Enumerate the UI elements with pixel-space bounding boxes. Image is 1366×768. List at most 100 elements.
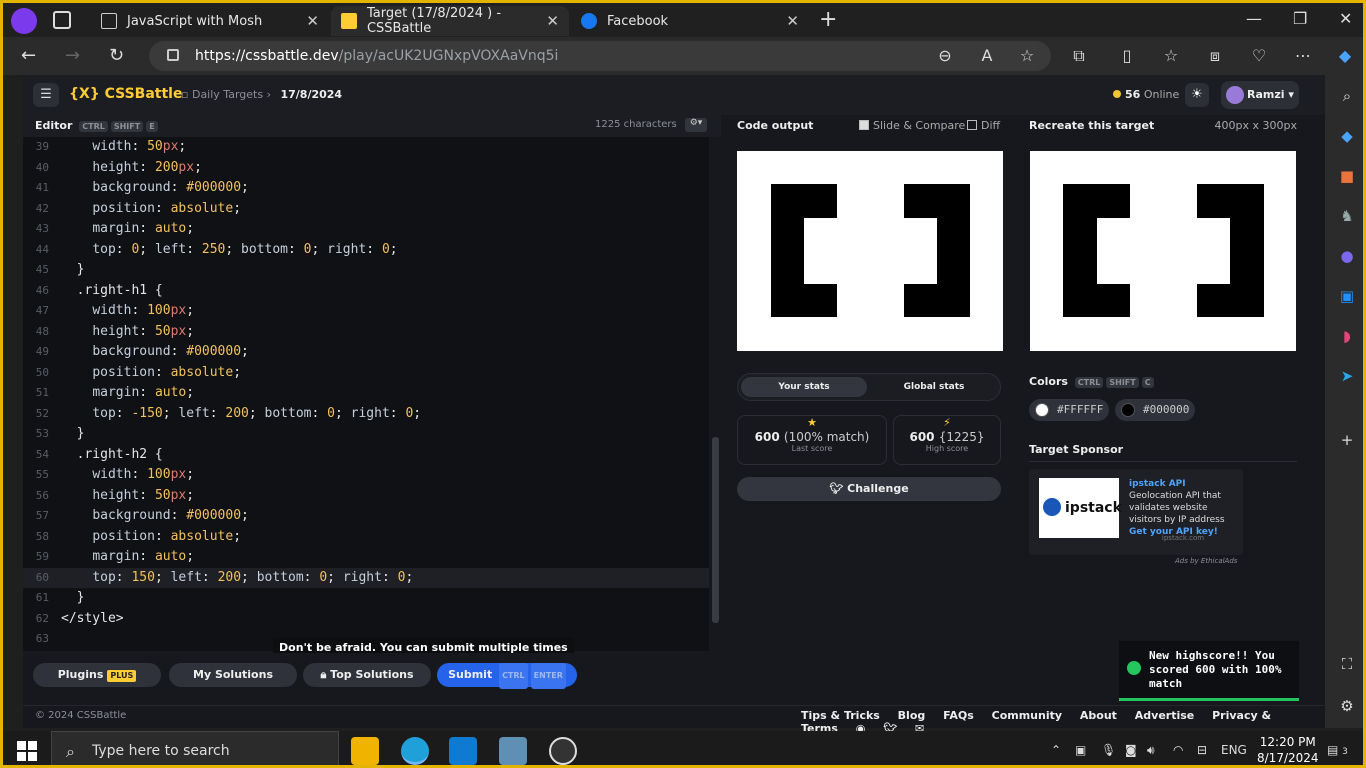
footer-link[interactable]: FAQs: [943, 709, 974, 722]
profile-avatar[interactable]: [11, 8, 37, 34]
clock[interactable]: 12:20 PM 8/17/2024: [1257, 734, 1319, 765]
designer-icon[interactable]: ◗: [1337, 327, 1357, 347]
editor-settings-button[interactable]: ⚙▾: [685, 118, 707, 132]
submit-button[interactable]: Submit CTRL ENTER: [437, 663, 577, 689]
file-explorer-icon[interactable]: [351, 737, 379, 765]
wifi-icon[interactable]: ◠: [1173, 743, 1183, 757]
more-menu-icon[interactable]: ⋯: [1293, 46, 1313, 66]
volume-icon[interactable]: 🔊︎: [1147, 743, 1155, 758]
tab-facebook[interactable]: Facebook ✕: [571, 6, 809, 36]
slide-compare-checkbox[interactable]: [859, 120, 869, 130]
footer-link[interactable]: About: [1080, 709, 1117, 722]
telegram-icon[interactable]: ➤: [1337, 367, 1357, 387]
tab-your-stats[interactable]: Your stats: [741, 377, 867, 397]
extensions-icon[interactable]: ⧉: [1069, 46, 1089, 66]
obs-icon[interactable]: [549, 737, 577, 765]
code-line[interactable]: 53 }: [23, 424, 709, 445]
code-line[interactable]: 40 height: 200px;: [23, 158, 709, 179]
code-line[interactable]: 45 }: [23, 260, 709, 281]
ads-by-label[interactable]: Ads by EthicalAds: [1175, 557, 1237, 565]
new-tab-button[interactable]: +: [819, 7, 837, 32]
code-line[interactable]: 48 height: 50px;: [23, 322, 709, 343]
vscode-icon[interactable]: [449, 737, 477, 765]
reload-icon[interactable]: ↻: [109, 45, 124, 66]
footer-link[interactable]: Community: [992, 709, 1062, 722]
windows-start-icon[interactable]: [17, 741, 37, 761]
code-line[interactable]: 57 background: #000000;: [23, 506, 709, 527]
tools-icon[interactable]: ■: [1337, 167, 1357, 187]
forward-icon[interactable]: →: [65, 45, 80, 66]
code-line[interactable]: 59 margin: auto;: [23, 547, 709, 568]
photos-icon[interactable]: [499, 737, 527, 765]
my-solutions-button[interactable]: My Solutions: [169, 663, 297, 687]
scrollbar-thumb[interactable]: [712, 437, 719, 623]
code-line[interactable]: 39 width: 50px;: [23, 137, 709, 158]
theme-toggle-button[interactable]: ☀: [1185, 83, 1209, 107]
code-output-canvas[interactable]: [737, 151, 1003, 351]
favorites-icon[interactable]: ☆: [1161, 46, 1181, 66]
breadcrumb-daily-targets[interactable]: Daily Targets: [192, 88, 263, 101]
code-line[interactable]: 60 top: 150; left: 200; bottom: 0; right…: [23, 567, 709, 588]
close-window-button[interactable]: ✕: [1339, 9, 1352, 28]
top-solutions-button[interactable]: 🔒︎ Top Solutions: [303, 663, 431, 687]
code-line[interactable]: 47 width: 100px;: [23, 301, 709, 322]
split-screen-icon[interactable]: ▯: [1117, 46, 1137, 66]
tab-global-stats[interactable]: Global stats: [871, 377, 997, 397]
editor-scrollbar[interactable]: [709, 137, 721, 651]
code-line[interactable]: 42 position: absolute;: [23, 199, 709, 220]
code-line[interactable]: 46 .right-h1 {: [23, 281, 709, 302]
sponsor-ad[interactable]: ipstack ipstack API Geolocation API that…: [1029, 469, 1243, 555]
color-swatch-white[interactable]: #FFFFFF: [1029, 399, 1109, 421]
url-field[interactable]: https://cssbattle.dev/play/acUK2UGNxpVOX…: [149, 41, 1051, 71]
close-icon[interactable]: ✕: [306, 12, 319, 30]
close-icon[interactable]: ✕: [786, 12, 799, 30]
copilot-icon[interactable]: ◆: [1335, 46, 1355, 66]
code-line[interactable]: 61 }: [23, 588, 709, 609]
footer-link[interactable]: Blog: [898, 709, 926, 722]
camera-icon[interactable]: ◙: [1125, 743, 1137, 757]
show-hidden-icons[interactable]: ⌃: [1051, 743, 1061, 757]
code-line[interactable]: 41 background: #000000;: [23, 178, 709, 199]
read-aloud-icon[interactable]: A: [977, 46, 997, 66]
tab-javascript-mosh[interactable]: JavaScript with Mosh ✕: [91, 6, 329, 36]
edge-icon[interactable]: [401, 737, 429, 765]
code-line[interactable]: 52 top: -150; left: 200; bottom: 0; righ…: [23, 404, 709, 425]
add-sidebar-icon[interactable]: +: [1337, 431, 1357, 451]
footer-link[interactable]: Tips & Tricks: [801, 709, 880, 722]
search-icon[interactable]: ⌕: [1337, 87, 1357, 107]
notifications-icon[interactable]: ▤ 3: [1327, 743, 1348, 757]
challenge-button[interactable]: 🐦︎ Challenge: [737, 477, 1001, 501]
diff-checkbox[interactable]: [967, 120, 977, 130]
restore-button[interactable]: ❐: [1293, 9, 1307, 28]
tab-cssbattle[interactable]: Target (17/8/2024 ) - CSSBattle ✕: [331, 6, 569, 36]
footer-link[interactable]: Advertise: [1135, 709, 1194, 722]
network-icon[interactable]: ⊟: [1197, 743, 1207, 757]
microphone-icon[interactable]: 🎙︎: [1101, 743, 1116, 757]
favorite-star-icon[interactable]: ☆: [1017, 46, 1037, 66]
tray-app-icon[interactable]: ▣: [1075, 743, 1086, 757]
browser-essentials-icon[interactable]: ♡: [1249, 46, 1269, 66]
taskbar-search-box[interactable]: ⌕ Type here to search: [51, 731, 339, 765]
code-line[interactable]: 62 </style>: [23, 609, 709, 630]
plugins-button[interactable]: Plugins PLUS: [33, 663, 161, 687]
language-indicator[interactable]: ENG: [1221, 743, 1247, 757]
collections-icon[interactable]: ⧈: [1205, 46, 1225, 66]
code-line[interactable]: 50 position: absolute;: [23, 363, 709, 384]
back-icon[interactable]: ←: [21, 45, 36, 66]
color-swatch-black[interactable]: #000000: [1115, 399, 1195, 421]
code-line[interactable]: 49 background: #000000;: [23, 342, 709, 363]
close-icon[interactable]: ✕: [546, 12, 559, 30]
code-line[interactable]: 54 .right-h2 {: [23, 445, 709, 466]
code-line[interactable]: 55 width: 100px;: [23, 465, 709, 486]
screenshot-icon[interactable]: ⛶: [1337, 655, 1357, 675]
code-line[interactable]: 51 margin: auto;: [23, 383, 709, 404]
code-editor[interactable]: 39 width: 50px; 40 height: 200px; 41 backg…: [23, 137, 709, 651]
code-line[interactable]: 58 position: absolute;: [23, 527, 709, 548]
menu-button[interactable]: ☰: [33, 83, 59, 107]
site-logo[interactable]: {X} CSSBattle: [69, 86, 182, 102]
outlook-icon[interactable]: ▣: [1337, 287, 1357, 307]
code-line[interactable]: 44 top: 0; left: 250; bottom: 0; right: …: [23, 240, 709, 261]
zoom-icon[interactable]: ⊖: [935, 46, 955, 66]
user-menu-button[interactable]: Ramzi ▾: [1221, 81, 1299, 109]
code-line[interactable]: 43 margin: auto;: [23, 219, 709, 240]
